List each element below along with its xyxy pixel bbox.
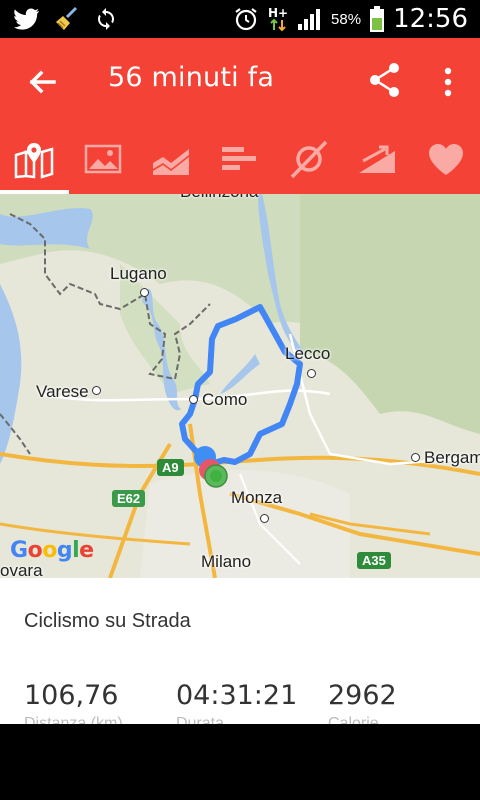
city-dot-lecco bbox=[307, 369, 316, 378]
broom-icon bbox=[56, 6, 78, 30]
tab-route[interactable] bbox=[274, 124, 343, 194]
toolbar: 56 minuti fa bbox=[0, 38, 480, 124]
tab-heart-rate[interactable] bbox=[411, 124, 480, 194]
road-shield-e62: E62 bbox=[112, 490, 146, 507]
status-bar: H+ 58% 12:56 bbox=[0, 0, 480, 38]
activity-details: Ciclismo su Strada 106,76 Distanza (km) … bbox=[0, 578, 480, 724]
city-dot-monza bbox=[260, 514, 269, 523]
sync-icon bbox=[98, 8, 114, 30]
google-logo: Google bbox=[10, 538, 94, 563]
trending-up-icon bbox=[359, 145, 396, 173]
arrow-back-icon[interactable] bbox=[22, 62, 62, 102]
map-pin-icon bbox=[15, 143, 54, 179]
tab-splits[interactable] bbox=[206, 124, 275, 194]
photo-icon bbox=[84, 144, 122, 174]
bars-icon bbox=[221, 147, 256, 170]
city-bergamo: Bergam bbox=[424, 448, 480, 467]
stat-duration: 04:31:21 Durata bbox=[176, 680, 297, 724]
heart-icon bbox=[428, 144, 463, 175]
route-map[interactable]: Bellinzona Lugano Varese Como Lecco Berg… bbox=[0, 194, 480, 578]
stat-duration-label: Durata bbox=[176, 715, 225, 724]
city-como: Como bbox=[202, 390, 248, 409]
city-monza: Monza bbox=[231, 488, 283, 507]
stat-distance-value: 106,76 bbox=[24, 680, 119, 711]
system-nav-bar bbox=[0, 724, 480, 800]
city-dot-lugano bbox=[140, 288, 149, 297]
tab-map[interactable] bbox=[0, 124, 69, 194]
signal-icon bbox=[298, 9, 321, 30]
battery-icon bbox=[370, 6, 385, 32]
city-milano: Milano bbox=[201, 552, 252, 571]
tab-photos[interactable] bbox=[69, 124, 138, 194]
city-dot-como bbox=[189, 395, 198, 404]
stat-duration-value: 04:31:21 bbox=[176, 680, 298, 711]
city-lugano: Lugano bbox=[110, 264, 167, 283]
tab-elevation[interactable] bbox=[343, 124, 412, 194]
stat-distance: 106,76 Distanza (km) bbox=[24, 680, 123, 724]
h-plus-data-icon: H+ bbox=[268, 6, 288, 32]
alarm-icon bbox=[235, 8, 257, 31]
stat-calories-value: 2962 bbox=[328, 680, 397, 711]
status-clock: 12:56 bbox=[393, 4, 468, 34]
stat-calories: 2962 Calorie bbox=[328, 680, 397, 724]
road-shield-a35: A35 bbox=[357, 552, 391, 569]
city-lecco: Lecco bbox=[285, 344, 331, 363]
city-bellinzona: Bellinzona bbox=[180, 194, 258, 202]
share-icon[interactable] bbox=[366, 60, 404, 100]
battery-percent: 58% bbox=[331, 10, 362, 28]
stat-distance-label: Distanza (km) bbox=[24, 715, 123, 724]
status-bar-left bbox=[14, 6, 118, 32]
tab-chart[interactable] bbox=[137, 124, 206, 194]
city-novara: ovara bbox=[0, 561, 43, 578]
stat-calories-label: Calorie bbox=[328, 715, 379, 724]
tab-bar bbox=[0, 124, 480, 194]
page-title: 56 minuti fa bbox=[108, 62, 275, 93]
route-icon bbox=[290, 140, 327, 179]
city-dot-bergamo bbox=[411, 453, 420, 462]
twitter-icon bbox=[14, 8, 39, 30]
city-varese: Varese bbox=[36, 382, 89, 401]
road-shield-a9: A9 bbox=[157, 459, 184, 476]
more-vert-icon[interactable] bbox=[434, 62, 462, 102]
city-dot-varese bbox=[92, 386, 101, 395]
area-chart-icon bbox=[153, 149, 190, 175]
status-bar-right: H+ 58% 12:56 bbox=[233, 4, 468, 34]
activity-type: Ciclismo su Strada bbox=[24, 610, 191, 632]
svg-text:H+: H+ bbox=[268, 6, 288, 20]
